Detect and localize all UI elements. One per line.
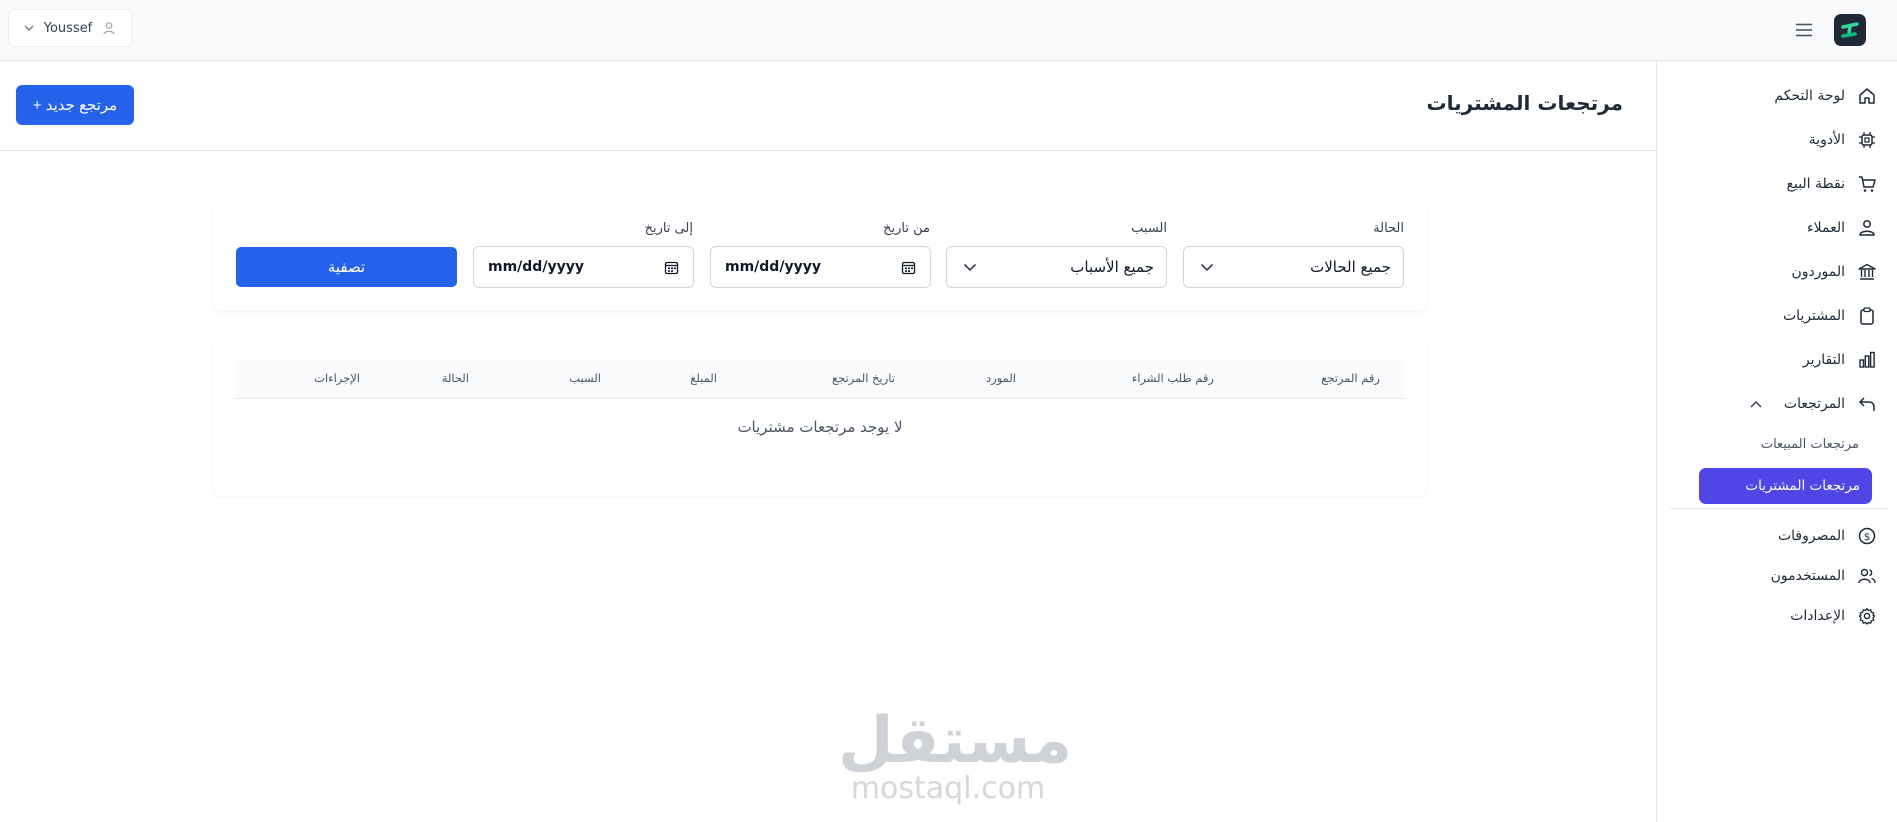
user-name: Youssef [43,20,93,36]
sidebar: لوحة التحكم الأدوية نقطة البيع العملاء ا… [1656,61,1897,822]
to-date-label: إلى تاريخ [644,221,693,236]
returns-table: رقم المرتجع رقم طلب الشراء المورد تاريخ … [213,340,1427,496]
sidebar-subitem-sales-returns[interactable]: مرتجعات المبيعات [1761,437,1859,452]
sidebar-item-reports[interactable]: التقارير [1803,345,1877,375]
to-date-placeholder: mm/dd/yyyy [488,259,584,275]
sidebar-item-settings[interactable]: الإعدادات [1790,601,1877,631]
divider [1670,508,1887,509]
column-header-return-number[interactable]: رقم المرتجع [1321,371,1380,385]
sidebar-item-users[interactable]: المستخدمون [1771,561,1877,591]
table-header: رقم المرتجع رقم طلب الشراء المورد تاريخ … [236,359,1404,399]
sidebar-subitem-purchase-returns[interactable]: مرتجعات المشتريات [1699,468,1872,504]
return-arrow-icon [1857,394,1877,414]
sidebar-item-label: الأدوية [1808,132,1845,148]
bar-chart-icon [1857,350,1877,370]
chevron-down-icon [963,263,977,271]
sidebar-item-label: المرتجعات [1783,396,1845,412]
column-header-supplier[interactable]: المورد [986,371,1016,385]
watermark-english: mostaql.com [850,771,1046,806]
sidebar-item-customers[interactable]: العملاء [1807,213,1877,243]
app-logo[interactable] [1834,14,1866,46]
user-menu-button[interactable]: Youssef [8,9,132,47]
top-bar: Youssef [0,0,1897,61]
sidebar-item-purchases[interactable]: المشتريات [1783,301,1877,331]
column-header-amount[interactable]: المبلغ [690,371,717,385]
menu-toggle-button[interactable] [1791,18,1817,42]
sidebar-item-pos[interactable]: نقطة البيع [1787,169,1877,199]
chip-icon [1857,130,1877,150]
gear-icon [1857,606,1877,626]
page-title: مرتجعات المشتريات [1426,91,1623,115]
status-select[interactable]: جميع الحالات [1183,246,1404,288]
sidebar-item-dashboard[interactable]: لوحة التحكم [1774,81,1877,111]
svg-text:$: $ [1864,532,1870,543]
from-date-input[interactable]: mm/dd/yyyy [710,246,931,288]
chevron-down-icon [24,25,34,31]
column-header-reason[interactable]: السبب [569,371,601,385]
filter-button[interactable]: تصفية [236,247,457,287]
from-date-placeholder: mm/dd/yyyy [725,259,821,275]
chevron-down-icon [1200,263,1214,271]
to-date-input[interactable]: mm/dd/yyyy [473,246,694,288]
logo-icon [1841,22,1859,38]
sidebar-item-returns[interactable]: المرتجعات [1746,389,1877,419]
sidebar-item-label: التقارير [1802,352,1845,368]
new-return-button[interactable]: + مرتجع جديد [16,85,134,125]
watermark-arabic: مستقل [838,704,1073,778]
sidebar-item-label: لوحة التحكم [1774,88,1845,104]
column-header-return-date[interactable]: تاريخ المرتجع [832,371,895,385]
chevron-up-icon [1746,394,1766,414]
users-icon [1857,566,1877,586]
sidebar-item-label: نقطة البيع [1786,176,1845,192]
sidebar-item-expenses[interactable]: $ المصروفات [1778,521,1877,551]
calendar-icon [664,261,679,274]
sidebar-item-label: العملاء [1807,220,1845,236]
empty-state-text: لا يوجد مرتجعات مشتريات [737,418,903,436]
hamburger-icon [1796,23,1812,37]
sidebar-item-label: الإعدادات [1790,608,1845,624]
filter-card: الحالة جميع الحالات السبب جميع الأسباب م… [213,203,1427,311]
page-header: مرتجعات المشتريات + مرتجع جديد [0,61,1656,151]
column-header-po-number[interactable]: رقم طلب الشراء [1132,371,1214,385]
reason-filter-label: السبب [1131,221,1167,236]
sidebar-item-label: المستخدمون [1770,568,1845,584]
status-select-value: جميع الحالات [1310,258,1391,276]
home-icon [1857,86,1877,106]
watermark: مستقل mostaql.com [838,704,1073,806]
sidebar-item-medicines[interactable]: الأدوية [1809,125,1877,155]
column-header-status[interactable]: الحالة [442,371,469,385]
sidebar-item-label: المشتريات [1782,308,1845,324]
column-header-actions[interactable]: الإجراءات [314,371,360,385]
customer-icon [1857,218,1877,238]
sidebar-item-label: المصروفات [1777,528,1845,544]
status-filter-label: الحالة [1373,221,1404,236]
calendar-icon [901,261,916,274]
sidebar-item-label: الموردون [1791,264,1845,280]
cart-icon [1857,174,1877,194]
bank-icon [1857,262,1877,282]
reason-select[interactable]: جميع الأسباب [946,246,1167,288]
user-icon [103,22,115,35]
clipboard-icon [1857,306,1877,326]
from-date-label: من تاريخ [883,221,930,236]
reason-select-value: جميع الأسباب [1070,258,1154,276]
dollar-icon: $ [1857,526,1877,546]
sidebar-item-suppliers[interactable]: الموردون [1791,257,1877,287]
